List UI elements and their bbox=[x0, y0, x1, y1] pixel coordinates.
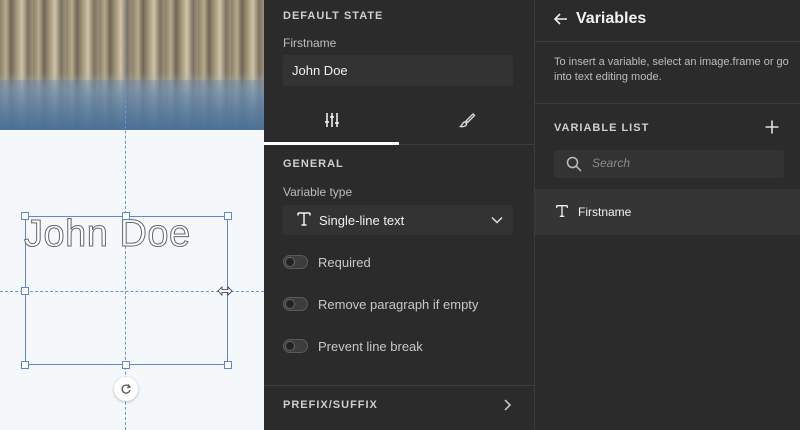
search-icon bbox=[566, 156, 582, 172]
help-text: To insert a variable, select an image.fr… bbox=[554, 56, 789, 83]
variable-list-item[interactable]: Firstname bbox=[535, 189, 800, 235]
active-tab-indicator bbox=[264, 142, 399, 145]
resize-handle-left[interactable] bbox=[21, 287, 29, 295]
rotate-icon bbox=[121, 384, 132, 394]
text-type-icon bbox=[556, 205, 568, 217]
firstname-label: Firstname bbox=[283, 36, 337, 50]
design-canvas[interactable]: John Doe bbox=[0, 0, 264, 430]
variable-type-label: Variable type bbox=[283, 185, 353, 199]
help-divider bbox=[535, 103, 800, 104]
general-title: GENERAL bbox=[283, 158, 344, 170]
tab-style[interactable] bbox=[399, 96, 534, 144]
variable-name: Firstname bbox=[578, 205, 632, 219]
variables-panel: Variables To insert a variable, select a… bbox=[534, 0, 800, 430]
prefix-suffix-title: PREFIX/SUFFIX bbox=[283, 399, 378, 411]
chevron-right-icon bbox=[504, 399, 512, 411]
sliders-icon bbox=[324, 113, 339, 127]
resize-handle-top-right[interactable] bbox=[224, 212, 232, 220]
resize-handle-bottom-right[interactable] bbox=[224, 361, 232, 369]
rotate-handle[interactable] bbox=[114, 377, 138, 401]
required-label: Required bbox=[318, 255, 371, 270]
resize-handle-top[interactable] bbox=[122, 212, 130, 220]
prevent-line-break-toggle[interactable] bbox=[283, 339, 308, 353]
search-input[interactable] bbox=[592, 156, 772, 170]
variable-list-title: VARIABLE LIST bbox=[554, 122, 650, 134]
tab-settings[interactable] bbox=[264, 96, 399, 144]
remove-paragraph-label: Remove paragraph if empty bbox=[318, 297, 479, 312]
prevent-line-break-label: Prevent line break bbox=[318, 339, 423, 354]
prefix-suffix-section[interactable]: PREFIX/SUFFIX bbox=[264, 386, 534, 426]
variable-settings-panel: DEFAULT STATE Firstname John Doe GENERAL… bbox=[264, 0, 534, 430]
panel-title: Variables bbox=[576, 10, 647, 27]
remove-paragraph-toggle[interactable] bbox=[283, 297, 308, 311]
header-divider bbox=[535, 41, 800, 42]
resize-cursor-icon bbox=[217, 286, 233, 296]
panel-tabs bbox=[264, 96, 534, 146]
variable-type-dropdown[interactable]: Single-line text bbox=[283, 205, 513, 235]
image-frame[interactable] bbox=[0, 0, 264, 130]
brush-icon bbox=[458, 113, 475, 128]
variable-search[interactable] bbox=[554, 150, 784, 178]
selected-text-frame[interactable]: John Doe bbox=[24, 213, 228, 365]
resize-handle-top-left[interactable] bbox=[21, 212, 29, 220]
add-variable-button[interactable] bbox=[764, 119, 780, 135]
firstname-value-field[interactable]: John Doe bbox=[283, 55, 513, 86]
default-state-title: DEFAULT STATE bbox=[283, 10, 384, 22]
chevron-down-icon bbox=[491, 216, 503, 224]
back-arrow-icon[interactable] bbox=[552, 10, 570, 28]
frame-text: John Doe bbox=[24, 213, 191, 255]
variable-type-value: Single-line text bbox=[319, 213, 405, 228]
required-toggle[interactable] bbox=[283, 255, 308, 269]
resize-handle-bottom-left[interactable] bbox=[21, 361, 29, 369]
resize-handle-bottom[interactable] bbox=[122, 361, 130, 369]
text-type-icon bbox=[297, 212, 311, 226]
